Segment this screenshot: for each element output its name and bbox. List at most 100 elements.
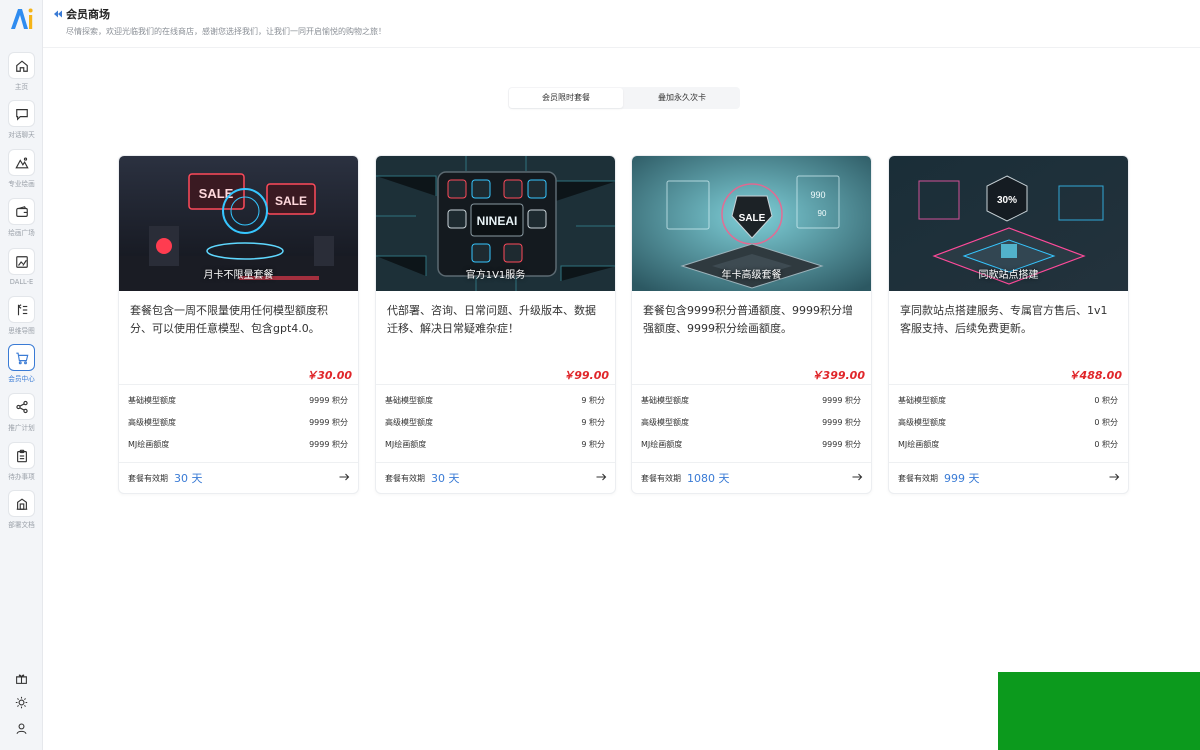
package-card[interactable]: NINEAI 官方1V1服务 代部署、咨询、日常问题、升级版本、数据迁移、解决日… xyxy=(375,155,616,494)
gift-icon[interactable] xyxy=(13,670,29,686)
package-price: ￥399.00 xyxy=(811,369,865,382)
validity-label: 套餐有效期 xyxy=(128,474,168,483)
validity-label: 套餐有效期 xyxy=(385,474,425,483)
quota-value: 0 积分 xyxy=(1094,396,1118,405)
sidebar-item-dalle[interactable]: DALL-E xyxy=(0,248,43,296)
divider xyxy=(376,384,615,385)
quota-row: 基础模型额度 0 积分 xyxy=(898,395,1118,407)
svg-text:NINEAI: NINEAI xyxy=(477,214,518,228)
sidebar-item-label: 推广计划 xyxy=(8,424,35,432)
package-price: ￥30.00 xyxy=(306,369,352,382)
validity-value: 30 天 xyxy=(431,472,460,485)
package-image: SALE SALE 月卡不限量套餐 xyxy=(119,156,358,291)
quota-row: 高级模型额度 9999 积分 xyxy=(641,417,861,429)
sidebar-item-mindmap[interactable]: 思维导图 xyxy=(0,296,43,344)
package-image-title: 年卡高级套餐 xyxy=(721,270,782,281)
svg-text:90: 90 xyxy=(818,209,827,218)
divider xyxy=(889,384,1128,385)
quota-label: 基础模型额度 xyxy=(128,396,176,405)
tab-permanent-cards[interactable]: 叠加永久次卡 xyxy=(625,88,739,108)
arrow-right-icon[interactable] xyxy=(851,471,863,483)
arrow-right-icon[interactable] xyxy=(595,471,607,483)
quota-value: 9 积分 xyxy=(581,440,605,449)
mountain-icon xyxy=(14,156,29,168)
sidebar-item-docs[interactable]: 部署文档 xyxy=(0,490,43,538)
sidebar-item-label: 部署文档 xyxy=(8,521,35,529)
package-card[interactable]: 990 90 SALE 年卡高级套餐 套餐包含9999积分普通额度、9999积分… xyxy=(631,155,872,494)
sidebar-item-label: 绘画广场 xyxy=(8,229,35,237)
app-logo[interactable] xyxy=(9,6,35,32)
package-card[interactable]: SALE SALE 月卡不限量套餐 套餐包含一周不限量使用任何模型额度积分、可以… xyxy=(118,155,359,494)
sidebar-item-label: 会员中心 xyxy=(8,375,35,383)
validity-row[interactable]: 套餐有效期 1080 天 xyxy=(641,469,863,485)
package-card[interactable]: 30% 同款站点搭建 享同款站点搭建服务、专属官方售后、1v1客服支持、后续免费… xyxy=(888,155,1129,494)
quota-value: 9 积分 xyxy=(581,418,605,427)
sidebar-item-label: 专业绘画 xyxy=(8,180,35,188)
quota-label: 高级模型额度 xyxy=(898,418,946,427)
validity-value: 999 天 xyxy=(944,472,980,485)
quota-label: 高级模型额度 xyxy=(385,418,433,427)
arrow-right-icon[interactable] xyxy=(1108,471,1120,483)
mindmap-icon xyxy=(17,303,27,315)
package-price: ￥99.00 xyxy=(563,369,609,382)
package-description: 享同款站点搭建服务、专属官方售后、1v1客服支持、后续免费更新。 xyxy=(900,304,1108,335)
package-image: 990 90 SALE 年卡高级套餐 xyxy=(632,156,871,291)
quota-row: MJ绘画额度 9999 积分 xyxy=(641,439,861,451)
quota-label: 基础模型额度 xyxy=(385,396,433,405)
sidebar: 主页 对话聊天 专业绘画 绘画广场 DALL-E 思维导图 会员中心 推广计划 … xyxy=(0,0,43,750)
sidebar-item-gallery[interactable]: 绘画广场 xyxy=(0,198,43,246)
page-subtitle: 尽情探索，欢迎光临我们的在线商店，感谢您选择我们，让我们一同开启愉悦的购物之旅！ xyxy=(66,27,386,36)
sun-icon[interactable] xyxy=(13,694,29,710)
quota-label: 高级模型额度 xyxy=(128,418,176,427)
back-arrow-icon[interactable] xyxy=(53,9,63,19)
share-icon xyxy=(15,400,28,413)
validity-row[interactable]: 套餐有效期 999 天 xyxy=(898,469,1120,485)
sidebar-item-painting[interactable]: 专业绘画 xyxy=(0,149,43,197)
sidebar-item-promotion[interactable]: 推广计划 xyxy=(0,393,43,441)
sidebar-item-chat[interactable]: 对话聊天 xyxy=(0,100,43,148)
corner-overlay-block xyxy=(998,672,1200,750)
quota-value: 9999 积分 xyxy=(822,440,861,449)
package-image: NINEAI 官方1V1服务 xyxy=(376,156,615,291)
sidebar-item-label: 待办事项 xyxy=(8,473,35,481)
quota-label: MJ绘画额度 xyxy=(898,440,940,449)
quota-row: MJ绘画额度 0 积分 xyxy=(898,439,1118,451)
package-image-title: 同款站点搭建 xyxy=(978,270,1039,281)
validity-row[interactable]: 套餐有效期 30 天 xyxy=(385,469,607,485)
tab-limited-packages[interactable]: 会员限时套餐 xyxy=(509,88,623,108)
sidebar-item-todo[interactable]: 待办事项 xyxy=(0,442,43,490)
quota-label: 高级模型额度 xyxy=(641,418,689,427)
svg-text:SALE: SALE xyxy=(275,194,307,208)
quota-label: MJ绘画额度 xyxy=(385,440,427,449)
sidebar-item-home[interactable]: 主页 xyxy=(0,52,43,100)
quota-row: 基础模型额度 9 积分 xyxy=(385,395,605,407)
sidebar-item-label: 主页 xyxy=(14,83,29,91)
sidebar-item-label: 思维导图 xyxy=(8,327,35,335)
package-description: 套餐包含9999积分普通额度、9999积分增强额度、9999积分绘画额度。 xyxy=(643,304,853,335)
divider xyxy=(119,462,358,463)
validity-label: 套餐有效期 xyxy=(898,474,938,483)
validity-row[interactable]: 套餐有效期 30 天 xyxy=(128,469,350,485)
quota-row: 基础模型额度 9999 积分 xyxy=(641,395,861,407)
quota-label: MJ绘画额度 xyxy=(128,440,170,449)
quota-value: 0 积分 xyxy=(1094,418,1118,427)
validity-value: 30 天 xyxy=(174,472,203,485)
page-header: 会员商场 尽情探索，欢迎光临我们的在线商店，感谢您选择我们，让我们一同开启愉悦的… xyxy=(43,0,1200,48)
arrow-right-icon[interactable] xyxy=(338,471,350,483)
quota-value: 9999 积分 xyxy=(309,418,348,427)
package-image-title: 月卡不限量套餐 xyxy=(203,270,274,281)
quota-value: 9999 积分 xyxy=(822,396,861,405)
sidebar-item-label: 对话聊天 xyxy=(8,131,35,139)
user-icon[interactable] xyxy=(13,720,29,736)
package-description: 代部署、咨询、日常问题、升级版本、数据迁移、解决日常疑难杂症！ xyxy=(387,304,596,335)
quota-row: 基础模型额度 9999 积分 xyxy=(128,395,348,407)
sidebar-item-member-center[interactable]: 会员中心 xyxy=(0,344,43,392)
quota-label: MJ绘画额度 xyxy=(641,440,683,449)
svg-text:30%: 30% xyxy=(997,195,1017,206)
page-title: 会员商场 xyxy=(66,8,110,21)
sidebar-item-label: DALL-E xyxy=(9,278,34,286)
divider xyxy=(632,384,871,385)
building-icon xyxy=(16,497,27,510)
svg-text:SALE: SALE xyxy=(739,213,766,224)
quota-row: MJ绘画额度 9 积分 xyxy=(385,439,605,451)
